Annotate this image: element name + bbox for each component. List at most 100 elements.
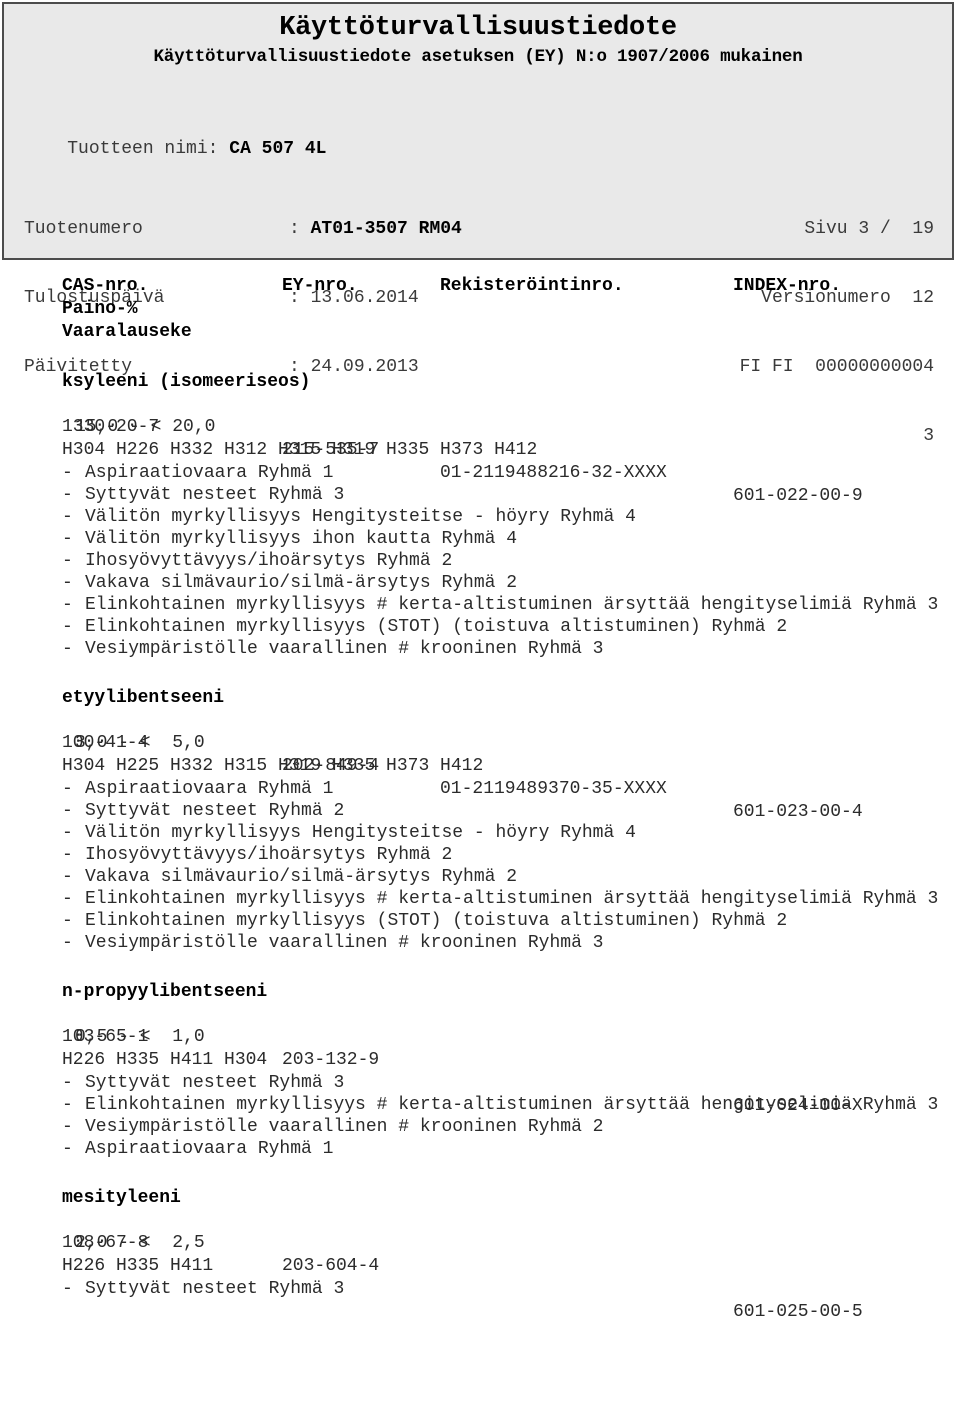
substance-ey-number: 203-132-9	[282, 1050, 380, 1070]
bullet-dash-icon: -	[62, 889, 73, 909]
meta-value-product-number: AT01-3507 RM04	[310, 219, 462, 239]
hazard-statement: - Vakava silmävaurio/silmä-ärsytys Ryhmä …	[0, 572, 960, 594]
hazard-statement-text: Välitön myrkyllisyys Hengitysteitse - hö…	[85, 823, 636, 843]
meta-row-product-number: Tuotenumero: AT01-3507 RM04	[24, 218, 462, 241]
hazard-statement: - Vesiympäristölle vaarallinen # kroonine…	[0, 932, 960, 954]
hazard-statement-list: - Syttyvät nesteet Ryhmä 3 - Elinkohtainen…	[0, 1072, 960, 1160]
bullet-dash-icon: -	[62, 507, 73, 527]
hazard-statement: - Elinkohtainen myrkyllisyys # kerta-alti…	[0, 1094, 960, 1116]
bullet-dash-icon: -	[62, 485, 73, 505]
hazard-statement-text: Vakava silmävaurio/silmä-ärsytys Ryhmä 2	[85, 867, 518, 887]
product-name-label: Tuotteen nimi:	[67, 139, 219, 159]
substance-entry: etyylibentseeni 100-41-4 202-849-4 01-21…	[0, 687, 960, 954]
hazard-statement: - Aspiraatiovaara Ryhmä 1	[0, 778, 960, 800]
substance-identifiers-row: 108-67-8 203-604-4 601-025-00-5	[0, 1209, 960, 1322]
composition-table: CAS-nro. EY-nro. Rekisteröintinro. INDEX…	[0, 275, 960, 1322]
bullet-dash-icon: -	[62, 911, 73, 931]
substance-entry: mesityleeni 108-67-8 203-604-4 601-025-0…	[0, 1187, 960, 1322]
substance-h-codes: H304 H225 H332 H315 H319 H335 H373 H412	[62, 756, 484, 776]
bullet-dash-icon: -	[62, 845, 73, 865]
substance-name: ksyleeni (isomeeriseos)	[62, 372, 311, 392]
document-subtitle: Käyttöturvallisuustiedote asetuksen (EY)…	[153, 47, 803, 67]
hazard-statement: - Syttyvät nesteet Ryhmä 2	[0, 800, 960, 822]
meta-key-product-number: Tuotenumero	[24, 219, 143, 239]
column-headers-row: CAS-nro. EY-nro. Rekisteröintinro. INDEX…	[0, 275, 960, 344]
hazard-statement-text: Elinkohtainen myrkyllisyys (STOT) (toist…	[85, 617, 788, 637]
substance-name: etyylibentseeni	[62, 688, 225, 708]
hazard-statement: - Vesiympäristölle vaarallinen # kroonine…	[0, 638, 960, 660]
bullet-dash-icon: -	[62, 933, 73, 953]
substance-h-codes: H226 H335 H411	[62, 1256, 214, 1276]
hazard-statement: - Aspiraatiovaara Ryhmä 1	[0, 1138, 960, 1160]
column-header-hazard: Vaaralauseke	[62, 322, 192, 342]
hazard-statement-text: Ihosyövyttävyys/ihoärsytys Ryhmä 2	[85, 551, 453, 571]
hazard-statement-text: Elinkohtainen myrkyllisyys # kerta-altis…	[85, 889, 939, 909]
substance-h-codes: H226 H335 H411 H304	[62, 1050, 268, 1070]
document-header-box: Käyttöturvallisuustiedote Käyttöturvalli…	[2, 2, 954, 446]
hazard-statement-text: Vesiympäristölle vaarallinen # krooninen…	[85, 639, 604, 659]
hazard-statement: - Syttyvät nesteet Ryhmä 3	[0, 484, 960, 506]
substance-entry: n-propyylibentseeni 103-65-1 203-132-9 6…	[0, 981, 960, 1160]
substance-index-number: 601-025-00-5	[733, 1302, 863, 1322]
substance-ey-number: 202-849-4	[282, 756, 380, 776]
substance-cas-number: 108-67-8	[62, 1233, 149, 1253]
substance-cas-number: 100-41-4	[62, 733, 149, 753]
substance-ey-number: 215-535-7	[282, 440, 380, 460]
hazard-statement: - Syttyvät nesteet Ryhmä 3	[0, 1072, 960, 1094]
bullet-dash-icon: -	[62, 1073, 73, 1093]
hazard-statement: - Syttyvät nesteet Ryhmä 3	[0, 1278, 960, 1300]
hazard-statement-list: - Aspiraatiovaara Ryhmä 1 - Syttyvät neste…	[0, 778, 960, 954]
hazard-statement: - Välitön myrkyllisyys ihon kautta Ryhmä …	[0, 528, 960, 550]
substance-name: mesityleeni	[62, 1188, 181, 1208]
column-header-weight-pct: Paino-%	[62, 299, 138, 319]
hazard-statement-text: Välitön myrkyllisyys ihon kautta Ryhmä 4	[85, 529, 518, 549]
substance-name: n-propyylibentseeni	[62, 982, 268, 1002]
hazard-statement-list: - Syttyvät nesteet Ryhmä 3	[0, 1278, 960, 1300]
substance-h-codes: H304 H226 H332 H312 H315 H319 H335 H373 …	[62, 440, 538, 460]
bullet-dash-icon: -	[62, 867, 73, 887]
bullet-dash-icon: -	[62, 1279, 73, 1299]
product-name-value: CA 507 4L	[229, 139, 327, 159]
substance-identifiers-row: 1330-20-7 215-535-7 01-2119488216-32-XXX…	[0, 393, 960, 506]
hazard-statement: - Elinkohtainen myrkyllisyys (STOT) (tois…	[0, 910, 960, 932]
bullet-dash-icon: -	[62, 639, 73, 659]
substance-cas-number: 1330-20-7	[62, 417, 160, 437]
hazard-statement: - Aspiraatiovaara Ryhmä 1	[0, 462, 960, 484]
document-title: Käyttöturvallisuustiedote	[279, 13, 677, 43]
substance-ey-number: 203-604-4	[282, 1256, 380, 1276]
hazard-statement-text: Elinkohtainen myrkyllisyys # kerta-altis…	[85, 1095, 939, 1115]
hazard-statement: - Ihosyövyttävyys/ihoärsytys Ryhmä 2	[0, 844, 960, 866]
hazard-statement-text: Aspiraatiovaara Ryhmä 1	[85, 463, 334, 483]
hazard-statement-text: Vesiympäristölle vaarallinen # krooninen…	[85, 1117, 604, 1137]
bullet-dash-icon: -	[62, 529, 73, 549]
hazard-statement-text: Syttyvät nesteet Ryhmä 2	[85, 801, 345, 821]
hazard-statement-text: Aspiraatiovaara Ryhmä 1	[85, 779, 334, 799]
hazard-statement: - Vesiympäristölle vaarallinen # kroonine…	[0, 1116, 960, 1138]
column-header-cas: CAS-nro.	[62, 276, 149, 296]
bullet-dash-icon: -	[62, 551, 73, 571]
hazard-statement: - Välitön myrkyllisyys Hengitysteitse - h…	[0, 506, 960, 528]
bullet-dash-icon: -	[62, 779, 73, 799]
hazard-statement-list: - Aspiraatiovaara Ryhmä 1 - Syttyvät neste…	[0, 462, 960, 660]
hazard-statement: - Ihosyövyttävyys/ihoärsytys Ryhmä 2	[0, 550, 960, 572]
hazard-statement-text: Syttyvät nesteet Ryhmä 3	[85, 1073, 345, 1093]
hazard-statement-text: Elinkohtainen myrkyllisyys # kerta-altis…	[85, 595, 939, 615]
hazard-statement-text: Välitön myrkyllisyys Hengitysteitse - hö…	[85, 507, 636, 527]
bullet-dash-icon: -	[62, 1095, 73, 1115]
hazard-statement-text: Elinkohtainen myrkyllisyys (STOT) (toist…	[85, 911, 788, 931]
column-header-ey: EY-nro.	[282, 276, 358, 296]
substance-entry: ksyleeni (isomeeriseos) 1330-20-7 215-53…	[0, 371, 960, 660]
hazard-statement-text: Syttyvät nesteet Ryhmä 3	[85, 485, 345, 505]
substance-identifiers-row: 100-41-4 202-849-4 01-2119489370-35-XXXX…	[0, 709, 960, 822]
hazard-statement: - Elinkohtainen myrkyllisyys # kerta-alti…	[0, 888, 960, 910]
hazard-statement-text: Syttyvät nesteet Ryhmä 3	[85, 1279, 345, 1299]
hazard-statement: - Välitön myrkyllisyys Hengitysteitse - h…	[0, 822, 960, 844]
page-indicator: Sivu 3 / 19	[804, 219, 934, 239]
bullet-dash-icon: -	[62, 1117, 73, 1137]
hazard-statement-text: Vesiympäristölle vaarallinen # krooninen…	[85, 933, 604, 953]
bullet-dash-icon: -	[62, 801, 73, 821]
bullet-dash-icon: -	[62, 595, 73, 615]
bullet-dash-icon: -	[62, 573, 73, 593]
substance-cas-number: 103-65-1	[62, 1027, 149, 1047]
column-header-index: INDEX-nro.	[733, 276, 842, 296]
